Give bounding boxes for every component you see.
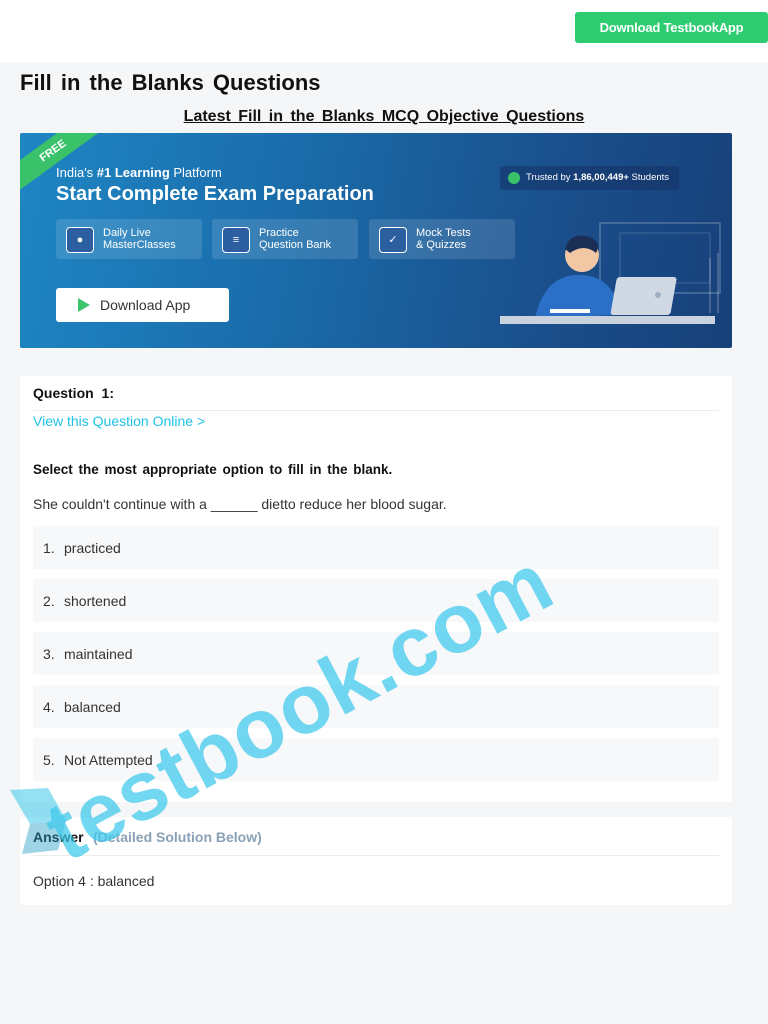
- option-number: 5.: [43, 752, 55, 768]
- promo-banner[interactable]: FREE India's #1 Learning Platform Start …: [20, 133, 732, 348]
- option-number: 1.: [43, 540, 55, 556]
- feature-line2: Question Bank: [259, 239, 332, 251]
- shield-icon: [508, 172, 520, 184]
- question-label: Question 1:: [33, 385, 115, 401]
- option-text: balanced: [64, 699, 121, 715]
- option-text: Not Attempted: [64, 752, 153, 768]
- answer-text: Option 4 : balanced: [33, 873, 155, 889]
- question-card: Question 1: View this Question Online > …: [20, 376, 732, 802]
- tagline-bold: #1 Learning: [96, 165, 170, 180]
- trust-badge: Trusted by 1,86,00,449+ Students: [500, 166, 680, 190]
- answer-card: Answer (Detailed Solution Below) Option …: [20, 817, 732, 905]
- divider: [33, 855, 719, 856]
- question-instruction: Select the most appropriate option to fi…: [33, 462, 393, 477]
- feature-line2: MasterClasses: [103, 239, 176, 251]
- download-app-label: Download App: [100, 297, 191, 313]
- tagline-prefix: India's: [56, 165, 97, 180]
- download-app-button[interactable]: Download App: [56, 288, 229, 322]
- tagline-suffix: Platform: [169, 165, 222, 180]
- option-3[interactable]: 3. maintained: [33, 632, 719, 675]
- option-text: maintained: [64, 646, 133, 662]
- play-store-icon: [78, 298, 90, 312]
- option-2[interactable]: 2. shortened: [33, 579, 719, 622]
- trust-prefix: Trusted by: [526, 172, 574, 183]
- question-sentence: She couldn't continue with a ______ diet…: [33, 496, 447, 512]
- answer-subtitle[interactable]: (Detailed Solution Below): [93, 829, 262, 845]
- option-text: shortened: [64, 593, 127, 609]
- feature-line1: Practice: [259, 227, 299, 239]
- trust-suffix: Students: [628, 172, 670, 183]
- divider: [33, 410, 719, 411]
- banner-heading: Start Complete Exam Preparation: [56, 183, 374, 205]
- option-number: 4.: [43, 699, 55, 715]
- page-subtitle[interactable]: Latest Fill in the Blanks MCQ Objective …: [0, 108, 768, 126]
- option-number: 3.: [43, 646, 55, 662]
- banner-tagline: India's #1 Learning Platform: [56, 165, 222, 180]
- video-class-icon: ●: [66, 227, 94, 253]
- option-number: 2.: [43, 593, 55, 609]
- feature-question-bank: ≡ Practice Question Bank: [212, 219, 358, 259]
- student-laptop-illustration: [500, 222, 721, 324]
- mock-test-icon: ✓: [379, 227, 407, 253]
- question-bank-icon: ≡: [222, 227, 250, 253]
- feature-live-classes: ● Daily Live MasterClasses: [56, 219, 202, 259]
- view-question-online-link[interactable]: View this Question Online >: [33, 413, 205, 429]
- answer-label: Answer: [33, 829, 84, 845]
- option-1[interactable]: 1. practiced: [33, 526, 719, 569]
- trust-count: 1,86,00,449+: [573, 172, 629, 183]
- option-5[interactable]: 5. Not Attempted: [33, 738, 719, 781]
- feature-line1: Daily Live: [103, 227, 151, 239]
- download-testbook-app-button[interactable]: Download TestbookApp: [575, 12, 768, 43]
- top-bar: Download TestbookApp: [0, 0, 768, 62]
- feature-line1: Mock Tests: [416, 227, 471, 239]
- option-4[interactable]: 4. balanced: [33, 685, 719, 728]
- option-text: practiced: [64, 540, 121, 556]
- feature-line2: & Quizzes: [416, 239, 467, 251]
- page-title: Fill in the Blanks Questions: [20, 70, 321, 95]
